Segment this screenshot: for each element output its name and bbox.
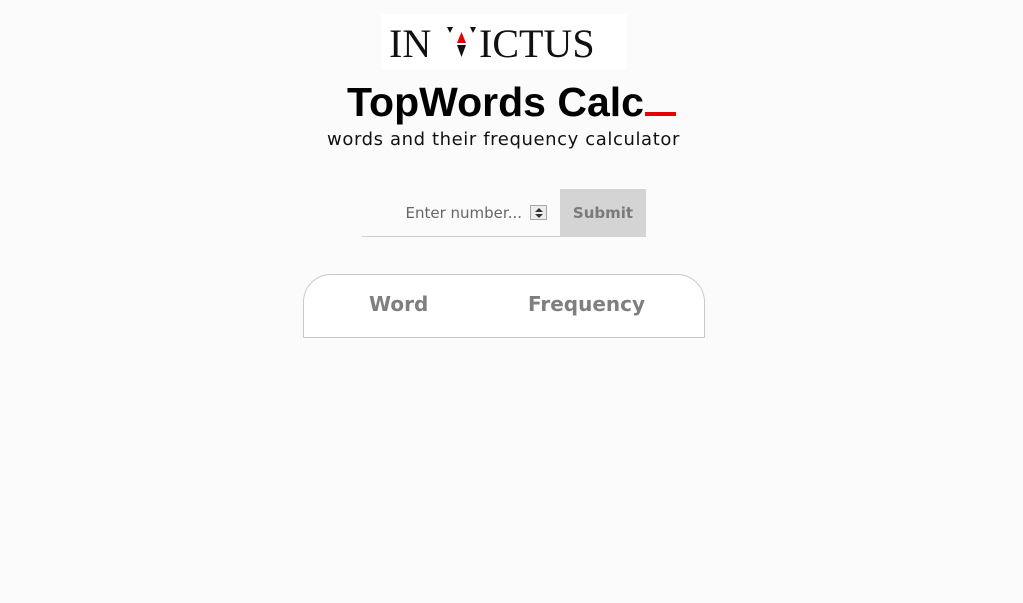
top-words-form: Submit [362,189,646,237]
page-title-text: TopWords Calc [347,79,644,125]
results-table-header: Word Frequency [303,274,705,338]
spinner-up-icon[interactable] [535,208,543,212]
column-header-frequency: Frequency [528,292,646,316]
column-header-word: Word [369,292,429,316]
title-cursor-underscore [644,112,676,116]
number-input[interactable] [362,189,522,236]
submit-button[interactable]: Submit [560,189,646,237]
spinner-arrows-icon[interactable] [530,205,547,220]
page-title: TopWords Calc [0,78,1023,126]
invictus-logo: IN ICTUS [381,14,627,70]
svg-text:IN: IN [389,21,431,66]
invictus-logo-graphic: IN ICTUS [389,21,595,66]
spinner-down-icon[interactable] [535,214,543,218]
svg-text:ICTUS: ICTUS [479,21,595,66]
logo-v-mark [447,27,476,57]
page-subtitle: words and their frequency calculator [327,129,680,150]
number-input-wrapper [362,189,560,237]
